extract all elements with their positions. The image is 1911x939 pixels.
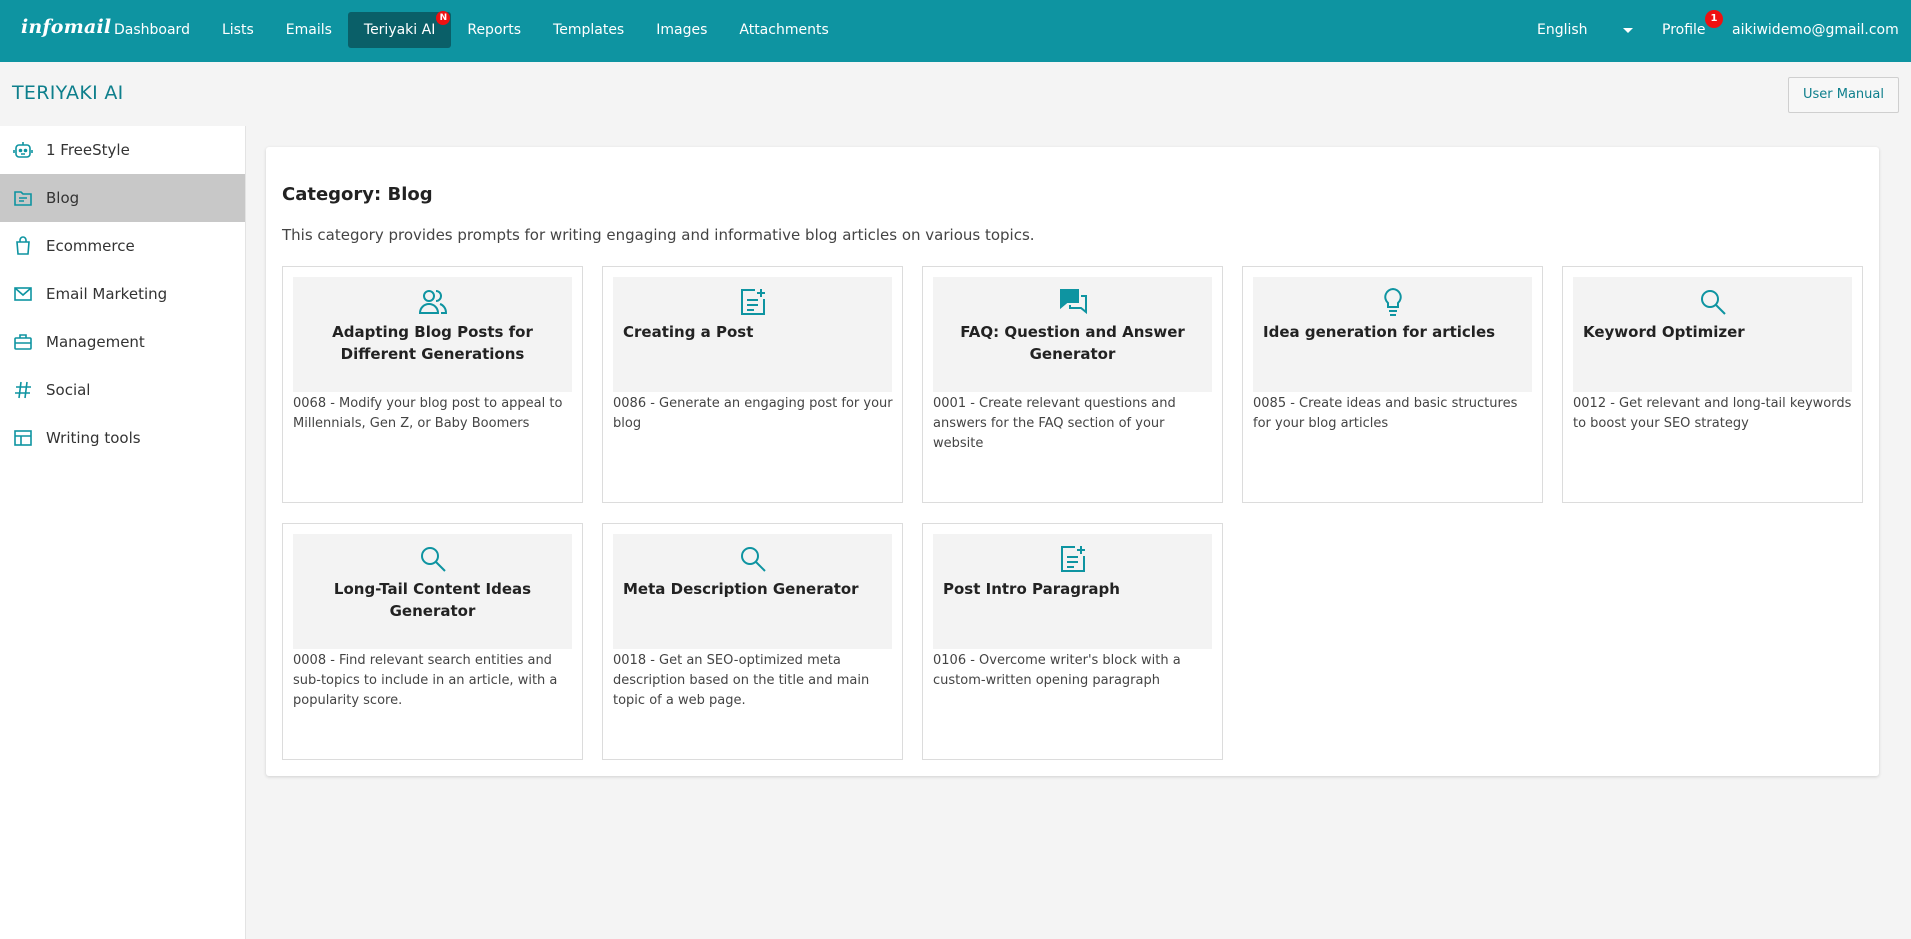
prompt-title: Adapting Blog Posts for Different Genera… — [332, 323, 533, 363]
prompt-card[interactable]: Keyword Optimizer 0012 - Get relevant an… — [1562, 266, 1863, 503]
layout-icon — [14, 430, 32, 446]
search-icon — [741, 547, 766, 572]
prompt-title: Post Intro Paragraph — [943, 580, 1120, 598]
prompt-card[interactable]: FAQ: Question and Answer Generator 0001 … — [922, 266, 1223, 503]
prompt-card[interactable]: Idea generation for articles 0085 - Crea… — [1242, 266, 1543, 503]
prompt-card[interactable]: Post Intro Paragraph 0106 - Overcome wri… — [922, 523, 1223, 760]
prompt-card-header: Idea generation for articles — [1253, 277, 1532, 392]
sidebar-item-label: Email Marketing — [46, 285, 168, 303]
chevron-down-icon — [1623, 28, 1633, 33]
sidebar-item-writing-tools[interactable]: Writing tools — [0, 414, 245, 462]
nav-lists[interactable]: Lists — [206, 12, 270, 48]
sidebar-item-label: Ecommerce — [46, 237, 135, 255]
prompt-card-header: Creating a Post — [613, 277, 892, 392]
document-add-icon — [1061, 546, 1085, 572]
notification-badge: 1 — [1705, 10, 1723, 28]
prompt-description: 0012 - Get relevant and long-tail keywor… — [1573, 396, 1852, 431]
prompt-title: Creating a Post — [623, 323, 754, 341]
nav-attachments[interactable]: Attachments — [723, 12, 844, 48]
new-badge: N — [436, 11, 451, 25]
prompt-description: 0018 - Get an SEO-optimized meta descrip… — [613, 653, 870, 708]
sidebar-item-management[interactable]: Management — [0, 318, 245, 366]
page-header: TERIYAKI AI User Manual — [0, 62, 1911, 126]
sidebar-item-label: Writing tools — [46, 429, 141, 447]
nav-emails[interactable]: Emails — [270, 12, 348, 48]
prompt-card-header: Meta Description Generator — [613, 534, 892, 649]
category-title: Category: Blog — [282, 184, 433, 205]
prompt-card-header: Adapting Blog Posts for Different Genera… — [293, 277, 572, 392]
user-email[interactable]: aikiwidemo@gmail.com — [1732, 12, 1899, 48]
category-sidebar: 1 FreeStyle Blog Ecommerce Email Marketi… — [0, 126, 246, 939]
prompt-title: Meta Description Generator — [623, 580, 859, 598]
sidebar-item-label: Blog — [46, 189, 80, 207]
prompt-description: 0001 - Create relevant questions and ans… — [933, 396, 1176, 451]
envelope-icon — [14, 287, 32, 301]
prompt-title: FAQ: Question and Answer Generator — [960, 323, 1185, 363]
sidebar-item-blog[interactable]: Blog — [0, 174, 245, 222]
briefcase-icon — [14, 334, 32, 350]
nav-teriyaki-ai-label: Teriyaki AI — [363, 22, 436, 38]
user-manual-button[interactable]: User Manual — [1788, 77, 1899, 113]
sidebar-item-email-marketing[interactable]: Email Marketing — [0, 270, 245, 318]
prompt-card[interactable]: Long-Tail Content Ideas Generator 0008 -… — [282, 523, 583, 760]
prompt-card[interactable]: Adapting Blog Posts for Different Genera… — [282, 266, 583, 503]
nav-teriyaki-ai[interactable]: Teriyaki AI N — [347, 11, 452, 48]
prompt-description: 0106 - Overcome writer's block with a cu… — [933, 653, 1181, 688]
prompt-title: Keyword Optimizer — [1583, 323, 1745, 341]
prompt-card-header: Keyword Optimizer — [1573, 277, 1852, 392]
page-title: TERIYAKI AI — [12, 82, 124, 104]
people-icon — [418, 290, 448, 314]
nav-dashboard[interactable]: Dashboard — [98, 12, 206, 48]
robot-icon — [13, 142, 33, 158]
prompt-card-header: Long-Tail Content Ideas Generator — [293, 534, 572, 649]
prompt-card[interactable]: Creating a Post 0086 - Generate an engag… — [602, 266, 903, 503]
prompt-description: 0085 - Create ideas and basic structures… — [1253, 396, 1518, 431]
sidebar-item-label: Management — [46, 333, 145, 351]
prompt-card[interactable]: Meta Description Generator 0018 - Get an… — [602, 523, 903, 760]
folder-icon — [14, 191, 32, 206]
sidebar-item-label: 1 FreeStyle — [46, 141, 130, 159]
prompt-title: Idea generation for articles — [1263, 323, 1496, 341]
profile-link[interactable]: Profile — [1662, 12, 1706, 48]
lightbulb-icon — [1384, 287, 1402, 316]
prompt-description: 0008 - Find relevant search entities and… — [293, 653, 558, 708]
nav-templates[interactable]: Templates — [537, 12, 640, 48]
nav-reports[interactable]: Reports — [451, 12, 537, 48]
prompt-card-header: Post Intro Paragraph — [933, 534, 1212, 649]
sidebar-item-label: Social — [46, 381, 91, 399]
main-nav: Dashboard Lists Emails Teriyaki AI N Rep… — [98, 11, 845, 48]
chat-icon — [1060, 289, 1087, 315]
search-icon — [421, 547, 446, 572]
category-panel: Category: Blog This category provides pr… — [266, 147, 1879, 776]
prompt-card-header: FAQ: Question and Answer Generator — [933, 277, 1212, 392]
language-label: English — [1537, 22, 1588, 38]
prompt-description: 0086 - Generate an engaging post for you… — [613, 396, 893, 431]
search-icon — [1701, 290, 1726, 315]
shopping-bag-icon — [16, 236, 30, 255]
document-add-icon — [741, 289, 765, 315]
prompt-description: 0068 - Modify your blog post to appeal t… — [293, 396, 563, 431]
prompt-title: Long-Tail Content Ideas Generator — [333, 580, 532, 620]
nav-images[interactable]: Images — [640, 12, 723, 48]
hashtag-icon — [15, 381, 31, 399]
category-description: This category provides prompts for writi… — [282, 226, 1035, 244]
sidebar-item-freestyle[interactable]: 1 FreeStyle — [0, 126, 245, 174]
top-navbar: infomail Dashboard Lists Emails Teriyaki… — [0, 0, 1911, 62]
sidebar-item-ecommerce[interactable]: Ecommerce — [0, 222, 245, 270]
language-select[interactable]: English — [1537, 12, 1637, 48]
sidebar-item-social[interactable]: Social — [0, 366, 245, 414]
